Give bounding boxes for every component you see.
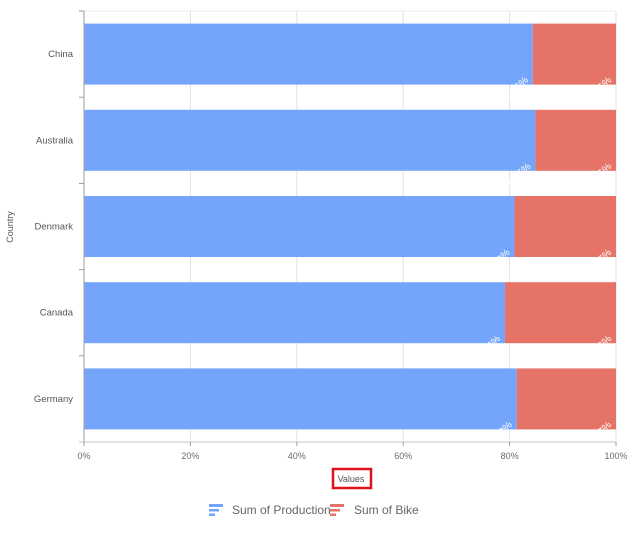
legend-icon-bar (209, 504, 223, 507)
bar-production (84, 196, 515, 257)
x-tick-label: 60% (394, 451, 412, 461)
bar-production (84, 23, 533, 85)
y-tick-label: China (48, 49, 74, 60)
legend-icon-bar (209, 513, 215, 516)
bar-bike (505, 282, 616, 344)
bar-production (84, 109, 536, 171)
x-axis-title: Values (338, 474, 365, 484)
legend-label: Sum of Bike (354, 503, 419, 517)
legend-icon-bar (330, 509, 340, 512)
y-tick-label: Canada (40, 308, 74, 319)
bar-bike (516, 368, 616, 430)
x-tick-label: 20% (181, 451, 199, 461)
y-axis-title: Country (5, 211, 15, 243)
x-tick-label: 40% (288, 451, 306, 461)
bar-bike (535, 109, 616, 171)
y-tick-label: Germany (34, 394, 73, 405)
bar-production (84, 282, 506, 344)
bar-bike (514, 196, 616, 257)
x-tick-label: 100% (604, 451, 627, 461)
legend-icon-bar (330, 504, 344, 507)
bar-bike (532, 23, 616, 85)
bar-series-icon (330, 504, 344, 516)
x-tick-label: 80% (501, 451, 519, 461)
legend: Sum of Production Sum of Bike (209, 503, 419, 517)
stacked-bar-chart: 84.35% 15.65%84.85% 15.15%80.93% 19.07%79.1… (5, 10, 628, 517)
bar-production (84, 368, 517, 430)
legend-label: Sum of Production (232, 503, 331, 517)
legend-item-bike: Sum of Bike (330, 503, 419, 517)
legend-item-production: Sum of Production (209, 503, 331, 517)
y-tick-label: Denmark (34, 222, 73, 233)
bar-series-icon (209, 504, 223, 516)
y-tick-label: Australia (36, 135, 74, 146)
bars (84, 23, 616, 430)
x-tick-label: 0% (77, 451, 90, 461)
legend-icon-bar (209, 509, 219, 512)
legend-icon-bar (330, 513, 336, 516)
